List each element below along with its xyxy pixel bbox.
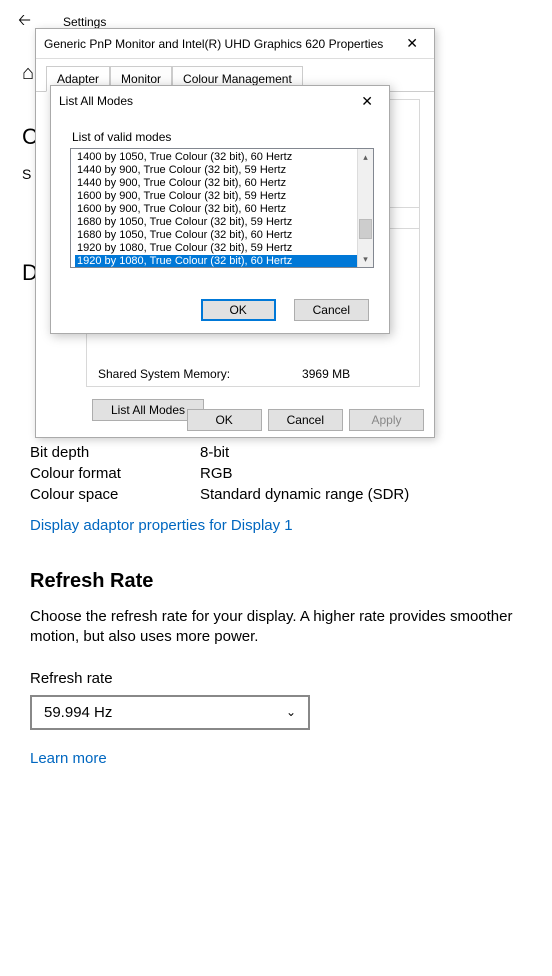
properties-titlebar[interactable]: Generic PnP Monitor and Intel(R) UHD Gra… xyxy=(36,29,434,59)
scroll-down-icon[interactable]: ▾ xyxy=(358,251,373,267)
modes-title: List All Modes xyxy=(59,94,133,108)
modes-listbox[interactable]: 1400 by 1050, True Colour (32 bit), 60 H… xyxy=(70,148,374,268)
ok-button[interactable]: OK xyxy=(201,299,276,321)
bit-depth-value: 8-bit xyxy=(200,444,229,461)
home-icon[interactable]: ⌂ xyxy=(22,62,34,85)
colour-space-label: Colour space xyxy=(30,486,200,503)
ok-button[interactable]: OK xyxy=(187,409,262,431)
mode-item[interactable]: 1920 by 1080, True Colour (32 bit), 60 H… xyxy=(75,255,373,268)
shared-memory-row: Shared System Memory: 3969 MB xyxy=(98,367,350,381)
obscured-text-1: S xyxy=(22,166,31,182)
modes-group-label: List of valid modes xyxy=(72,130,374,144)
mode-item[interactable]: 1440 by 900, True Colour (32 bit), 60 He… xyxy=(75,177,373,190)
shared-memory-value: 3969 MB xyxy=(302,367,350,381)
modes-titlebar[interactable]: List All Modes ✕ xyxy=(51,86,389,116)
colour-space-row: Colour space Standard dynamic range (SDR… xyxy=(30,486,522,503)
colour-space-value: Standard dynamic range (SDR) xyxy=(200,486,409,503)
properties-footer: OK Cancel Apply xyxy=(187,409,424,431)
properties-title: Generic PnP Monitor and Intel(R) UHD Gra… xyxy=(44,37,383,51)
apply-button[interactable]: Apply xyxy=(349,409,424,431)
colour-format-row: Colour format RGB xyxy=(30,465,522,482)
scrollbar-thumb[interactable] xyxy=(359,219,372,239)
mode-item[interactable]: 1920 by 1080, True Colour (32 bit), 59 H… xyxy=(75,242,373,255)
bit-depth-label: Bit depth xyxy=(30,444,200,461)
mode-item[interactable]: 1600 by 900, True Colour (32 bit), 60 He… xyxy=(75,203,373,216)
mode-item[interactable]: 1440 by 900, True Colour (32 bit), 59 He… xyxy=(75,164,373,177)
learn-more-link[interactable]: Learn more xyxy=(30,750,107,767)
bit-depth-row: Bit depth 8-bit xyxy=(30,444,522,461)
list-all-modes-dialog: List All Modes ✕ List of valid modes 140… xyxy=(50,85,390,334)
cancel-button[interactable]: Cancel xyxy=(268,409,343,431)
refresh-rate-heading: Refresh Rate xyxy=(30,570,522,593)
modes-footer: OK Cancel xyxy=(201,299,369,321)
back-icon[interactable]: 🡠 xyxy=(18,9,31,36)
chevron-down-icon: ⌄ xyxy=(286,705,296,719)
colour-format-label: Colour format xyxy=(30,465,200,482)
display-settings-panel: Bit depth 8-bit Colour format RGB Colour… xyxy=(30,440,522,767)
modes-body: List of valid modes 1400 by 1050, True C… xyxy=(51,116,389,268)
refresh-rate-label: Refresh rate xyxy=(30,670,522,687)
cancel-button[interactable]: Cancel xyxy=(294,299,369,321)
refresh-rate-description: Choose the refresh rate for your display… xyxy=(30,607,522,648)
settings-title: Settings xyxy=(63,15,106,29)
refresh-rate-dropdown[interactable]: 59.994 Hz ⌄ xyxy=(30,695,310,730)
scrollbar[interactable]: ▴ ▾ xyxy=(357,149,373,267)
mode-item[interactable]: 1680 by 1050, True Colour (32 bit), 59 H… xyxy=(75,216,373,229)
scroll-up-icon[interactable]: ▴ xyxy=(358,149,373,165)
shared-memory-label: Shared System Memory: xyxy=(98,367,230,381)
display-adaptor-link[interactable]: Display adaptor properties for Display 1 xyxy=(30,517,293,534)
colour-format-value: RGB xyxy=(200,465,233,482)
close-icon[interactable]: ✕ xyxy=(353,91,381,112)
mode-item[interactable]: 1680 by 1050, True Colour (32 bit), 60 H… xyxy=(75,229,373,242)
close-icon[interactable]: ✕ xyxy=(398,33,426,54)
mode-item[interactable]: 1600 by 900, True Colour (32 bit), 59 He… xyxy=(75,190,373,203)
mode-item[interactable]: 1400 by 1050, True Colour (32 bit), 60 H… xyxy=(75,151,373,164)
refresh-rate-selected: 59.994 Hz xyxy=(44,704,112,721)
